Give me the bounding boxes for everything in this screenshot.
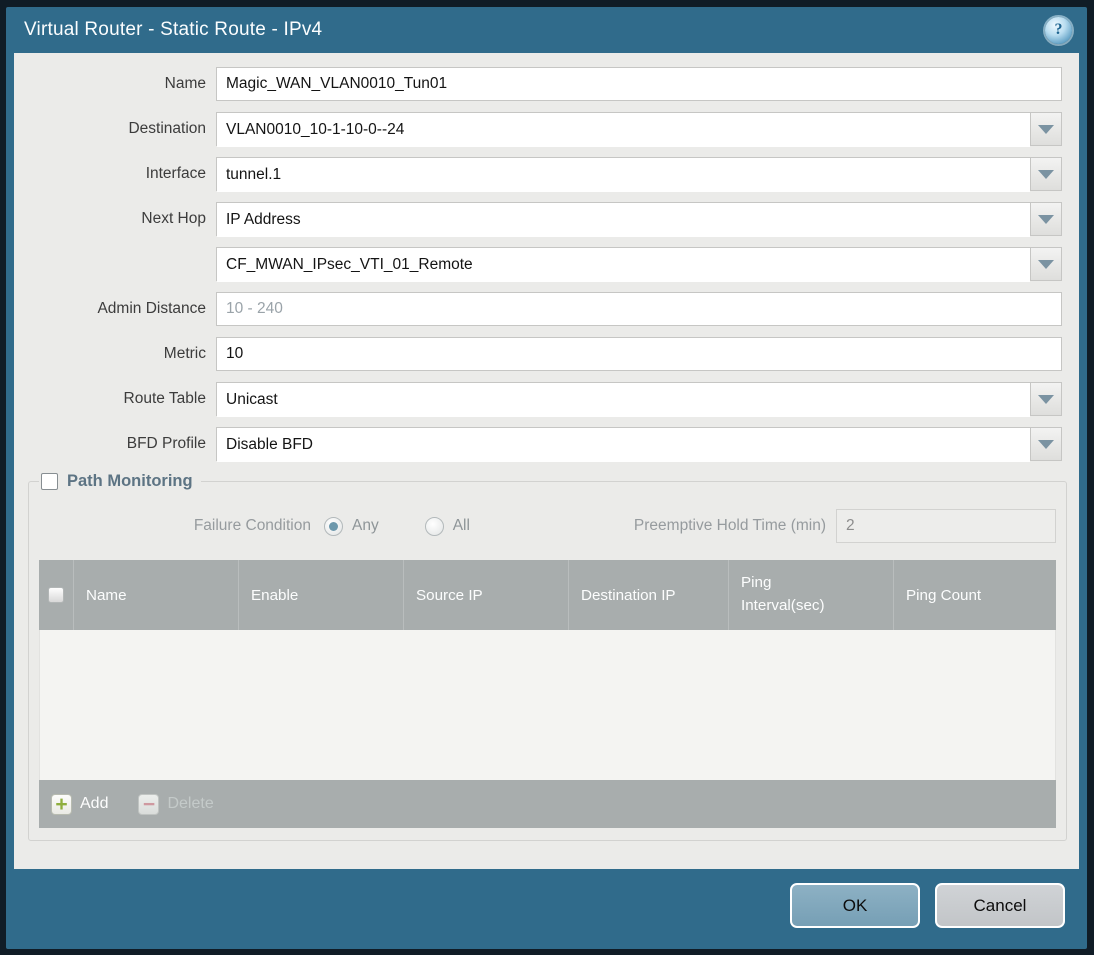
form-row-next-hop-address [14,247,1079,282]
chevron-down-icon [1038,124,1054,134]
form-row-metric: Metric [14,337,1079,371]
question-mark-glyph: ? [1054,21,1063,38]
route-table-input[interactable] [217,383,1030,417]
chevron-down-icon [1038,439,1054,449]
radio-any-label: Any [352,517,379,534]
interface-input[interactable] [217,158,1030,192]
admin-distance-input[interactable] [216,292,1062,326]
column-header-source-ip: Source IP [403,560,568,630]
name-label: Name [164,75,206,92]
next-hop-type-input[interactable] [217,203,1030,237]
delete-button-label: Delete [167,795,214,812]
dialog-window: Virtual Router - Static Route - IPv4 ? N… [0,0,1094,955]
dialog-footer: OK Cancel [6,869,1087,949]
metric-input[interactable] [216,337,1062,371]
path-monitoring-checkbox[interactable] [41,473,58,490]
preemptive-hold-time-group: Preemptive Hold Time (min) [634,509,1056,543]
delete-button: − Delete [138,793,214,815]
form-row-next-hop: Next Hop [14,202,1079,237]
next-hop-label: Next Hop [141,210,206,227]
route-table-dropdown-button[interactable] [1030,383,1061,415]
add-button[interactable]: + Add [51,793,109,815]
name-input[interactable] [216,67,1062,101]
radio-any [324,516,343,536]
column-header-enable: Enable [238,560,403,630]
failure-condition-row: Failure Condition Any All Preemptive Hol… [39,509,1056,543]
interface-dropdown-button[interactable] [1030,158,1061,190]
path-monitoring-title: Path Monitoring [67,472,193,490]
chevron-down-icon [1038,214,1054,224]
preemptive-hold-time-label: Preemptive Hold Time (min) [633,517,826,534]
destination-input[interactable] [217,113,1030,147]
form-row-interface: Interface [14,157,1079,192]
chevron-down-icon [1038,259,1054,269]
next-hop-address-dropdown-button[interactable] [1030,248,1061,280]
title-bar: Virtual Router - Static Route - IPv4 ? [6,7,1087,53]
table-header: Name Enable Source IP Destination IP Pin [39,560,1056,630]
form-row-name: Name [14,67,1079,101]
ok-button[interactable]: OK [790,883,920,928]
table-body-empty [39,630,1056,780]
radio-all-label: All [452,517,470,534]
destination-dropdown-button[interactable] [1030,113,1061,145]
column-header-ping-interval: Ping Interval(sec) [728,560,893,630]
select-all-checkbox [48,587,64,603]
destination-label: Destination [128,120,206,137]
form-row-admin-distance: Admin Distance [14,292,1079,326]
chevron-down-icon [1038,394,1054,404]
radio-all [424,516,444,536]
bfd-profile-input[interactable] [217,428,1030,462]
metric-label: Metric [163,345,206,362]
add-button-label: Add [80,795,109,812]
next-hop-dropdown-button[interactable] [1030,203,1061,235]
bfd-profile-dropdown-button[interactable] [1030,428,1061,460]
dialog-content: Name Destination Interface [14,53,1079,869]
help-icon[interactable]: ? [1045,16,1072,44]
form-row-destination: Destination [14,112,1079,147]
admin-distance-label: Admin Distance [97,300,206,317]
form-row-bfd-profile: BFD Profile [14,427,1079,462]
failure-condition-radio-group: Any All [324,516,516,536]
column-header-ping-count: Ping Count [893,560,1056,630]
dialog-frame: Virtual Router - Static Route - IPv4 ? N… [6,7,1087,949]
failure-condition-label: Failure Condition [193,517,311,534]
plus-icon: + [51,793,72,815]
table-footer: + Add − Delete [39,780,1056,828]
column-header-name: Name [73,560,238,630]
bfd-profile-label: BFD Profile [126,435,206,452]
preemptive-hold-time-input [836,509,1056,543]
route-table-label: Route Table [123,390,206,407]
header-select-all-cell [39,560,73,630]
path-monitoring-table: Name Enable Source IP Destination IP Pin [39,560,1056,828]
column-header-destination-ip: Destination IP [568,560,728,630]
dialog-title: Virtual Router - Static Route - IPv4 [24,19,323,40]
form-row-route-table: Route Table [14,382,1079,417]
next-hop-address-input[interactable] [217,248,1030,282]
minus-icon: − [138,793,160,815]
path-monitoring-legend: Path Monitoring [39,472,201,491]
cancel-button[interactable]: Cancel [935,883,1065,928]
interface-label: Interface [145,165,206,182]
path-monitoring-section: Path Monitoring Failure Condition Any Al… [28,472,1067,841]
chevron-down-icon [1038,169,1054,179]
